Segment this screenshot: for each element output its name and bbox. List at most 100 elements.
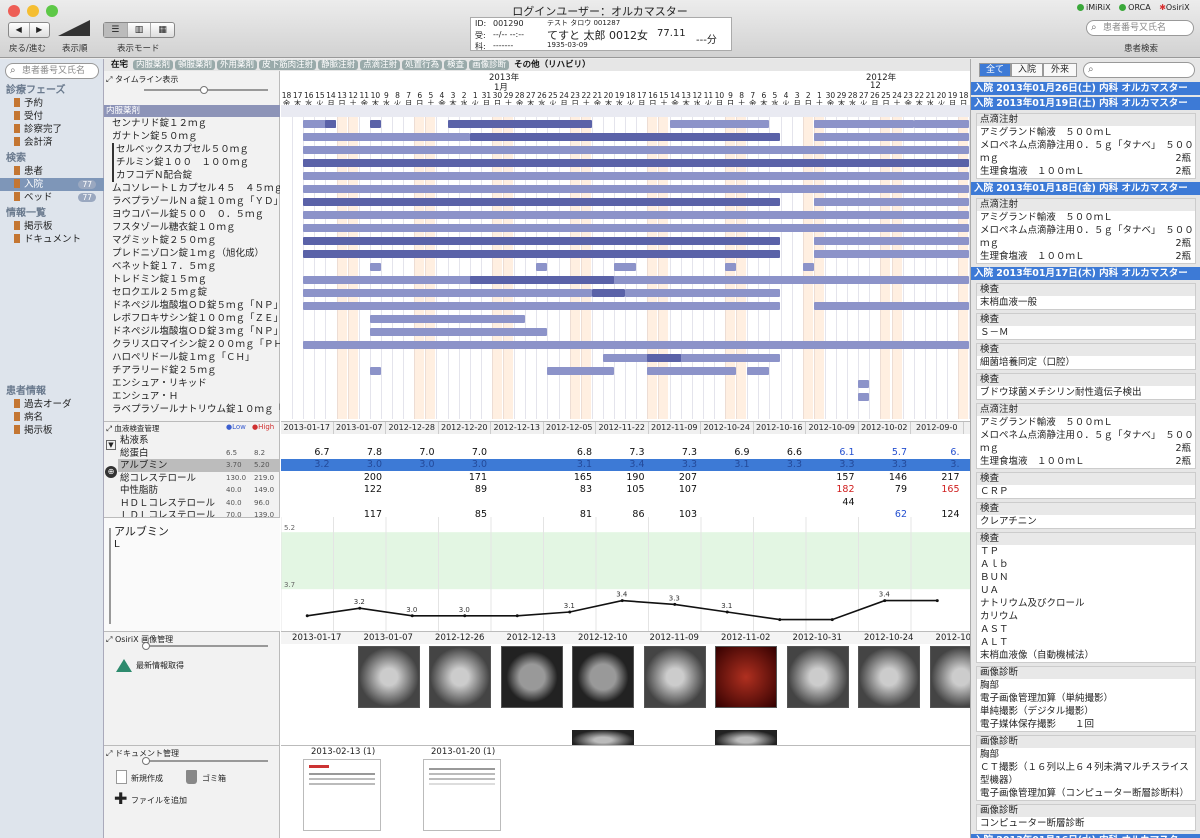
lab-date[interactable]: 2012-10-09 xyxy=(806,422,859,434)
lab-date[interactable]: 2012-09-0 xyxy=(911,422,964,434)
history-card[interactable]: 検査 末梢血液一般 xyxy=(976,283,1196,310)
lab-row[interactable]: 総蛋白 6.5 8.2 xyxy=(118,447,280,460)
sidebar-item[interactable]: 入院 77 xyxy=(0,178,104,191)
expand-icon[interactable]: ⤢ xyxy=(106,749,112,758)
sidebar-item[interactable]: 過去オーダ xyxy=(0,398,104,411)
lab-date[interactable]: 2012-10-16 xyxy=(754,422,806,434)
new-document-button[interactable]: 新規作成 xyxy=(131,773,163,784)
image-thumbnail[interactable] xyxy=(715,646,777,708)
lab-date[interactable]: 2013-01-07 xyxy=(334,422,386,434)
medication-bar[interactable] xyxy=(303,211,970,219)
category-tab[interactable]: 頓服薬剤 xyxy=(175,60,216,70)
sidebar-item[interactable]: 掲示板 xyxy=(0,424,104,437)
back-icon[interactable]: ◀ xyxy=(9,23,30,37)
lab-date[interactable]: 2012-10-02 xyxy=(859,422,911,434)
medication-bar[interactable] xyxy=(303,198,781,206)
category-tab[interactable]: 検査 xyxy=(444,60,468,70)
medication-bar[interactable] xyxy=(303,289,592,297)
medication-bar[interactable] xyxy=(614,263,637,271)
medication-bar[interactable] xyxy=(303,276,970,284)
medication-bar[interactable] xyxy=(813,120,914,128)
sort-order-icon[interactable] xyxy=(58,20,90,36)
image-thumbnail[interactable] xyxy=(858,646,920,708)
image-thumbnail[interactable] xyxy=(643,646,706,708)
add-file-icon[interactable]: ✚ xyxy=(114,791,127,807)
lab-date[interactable]: 2012-12-13 xyxy=(491,422,544,434)
sidebar-item[interactable]: 受付 xyxy=(0,110,104,123)
sidebar-item[interactable]: 患者 xyxy=(0,165,104,178)
history-card[interactable]: 検査 ＣＲＰ xyxy=(976,472,1196,499)
lab-date[interactable]: 2012-12-28 xyxy=(386,422,439,434)
medication-bar[interactable] xyxy=(469,276,614,284)
expand-icon[interactable]: ⤢ xyxy=(106,635,112,644)
lab-date[interactable]: 2012-11-09 xyxy=(649,422,701,434)
fetch-latest-button[interactable]: 最新情報取得 xyxy=(136,660,184,671)
medication-bar[interactable] xyxy=(303,237,781,245)
timeline-zoom-slider[interactable] xyxy=(144,86,268,94)
medication-bar[interactable] xyxy=(303,250,781,258)
document-zoom-slider[interactable] xyxy=(142,757,268,765)
medication-bar[interactable] xyxy=(303,172,970,180)
trash-button[interactable]: ゴミ箱 xyxy=(202,773,226,784)
medication-bar[interactable] xyxy=(647,367,737,375)
list-view-icon[interactable]: ☰ xyxy=(104,23,128,37)
sidebar-item[interactable]: ドキュメント xyxy=(0,233,104,246)
medication-bar[interactable] xyxy=(813,302,970,310)
history-card[interactable]: 検査 細菌培養同定（口腔） xyxy=(976,343,1196,370)
history-card[interactable]: 検査 ブドウ球菌メチシリン耐性遺伝子検出 xyxy=(976,373,1196,400)
tab-outpatient[interactable]: 外来 xyxy=(1043,63,1077,77)
image-thumbnail[interactable] xyxy=(429,646,491,708)
medication-bar[interactable] xyxy=(369,367,381,375)
medication-bar[interactable] xyxy=(369,120,381,128)
history-entry-header[interactable]: 入院 2013年01月17日(木) 内科 オルカマスター xyxy=(971,267,1200,280)
history-card[interactable]: 点滴注射 アミグランド輸液 ５００ｍＬ メロペネム点滴静注用０．５ｇ「タナベ」 ５０… xyxy=(976,403,1196,469)
sidebar-item[interactable]: 診察完了 xyxy=(0,123,104,136)
lab-date[interactable]: 2012-12-20 xyxy=(439,422,491,434)
tab-other[interactable]: その他（リハビリ） xyxy=(511,60,594,70)
category-tab[interactable]: 皮下筋肉注射 xyxy=(259,60,317,70)
history-card[interactable]: 画像診断 コンピューター断層診断 xyxy=(976,804,1196,831)
medication-bar[interactable] xyxy=(813,198,970,206)
image-thumbnail[interactable] xyxy=(500,646,563,708)
lab-row[interactable]: アルブミン 3.70 5.20 xyxy=(118,459,280,472)
medication-bar[interactable] xyxy=(369,315,526,323)
patient-search-input[interactable]: 患者番号又氏名 xyxy=(1086,20,1194,36)
medication-bar[interactable] xyxy=(725,263,737,271)
image-thumbnail[interactable] xyxy=(572,646,634,708)
medication-bar[interactable] xyxy=(669,120,770,128)
medication-bar[interactable] xyxy=(325,120,337,128)
lab-row[interactable]: ＨＤＬコレステロール 40.0 96.0 xyxy=(118,497,280,510)
sidebar-item[interactable]: 会計済 xyxy=(0,136,104,149)
medication-bar[interactable] xyxy=(303,159,970,167)
medication-bar[interactable] xyxy=(469,133,781,141)
collapse-icon[interactable]: ▼ xyxy=(106,440,116,450)
medication-bar[interactable] xyxy=(858,380,870,388)
history-card[interactable]: 点滴注射 アミグランド輸液 ５００ｍＬ メロペネム点滴静注用０．５ｇ「タナベ」 ５０… xyxy=(976,113,1196,179)
medication-bar[interactable] xyxy=(747,367,770,375)
medication-bar[interactable] xyxy=(469,120,537,128)
medication-bar[interactable] xyxy=(547,367,614,375)
medication-bar[interactable] xyxy=(802,263,814,271)
medication-bar[interactable] xyxy=(813,250,970,258)
chart-height-slider[interactable] xyxy=(109,528,111,624)
expand-icon[interactable]: ⤢ xyxy=(106,424,112,433)
zoom-icon[interactable]: ⊕ xyxy=(105,466,117,478)
image-thumbnail[interactable] xyxy=(572,730,634,745)
medication-bar[interactable] xyxy=(813,237,970,245)
trash-icon[interactable] xyxy=(186,770,197,784)
medication-bar[interactable] xyxy=(625,289,781,297)
category-tab[interactable]: 画像診断 xyxy=(469,60,510,70)
lab-date[interactable]: 2013-01-17 xyxy=(281,422,334,434)
history-entry-header[interactable]: 入院 2013年01月18日(金) 内科 オルカマスター xyxy=(971,182,1200,195)
history-card[interactable]: 画像診断 胸部 電子画像管理加算（単純撮影） 単純撮影（デジタル撮影） 電子媒体保存撮影… xyxy=(976,666,1196,732)
sidebar-item[interactable]: ベッド 77 xyxy=(0,191,104,204)
medication-bar[interactable] xyxy=(369,328,548,336)
image-thumbnail[interactable] xyxy=(786,646,849,708)
history-card[interactable]: 検査 ＴＰ Ａｌｂ ＢＵＮ ＵＡ ナトリウム及びクロール カリウム ＡＳＴ ＡＬＴ 末梢血液像（自… xyxy=(976,532,1196,663)
document-thumbnail[interactable] xyxy=(423,759,501,831)
medication-bar[interactable] xyxy=(303,224,970,232)
lab-row[interactable]: 総コレステロール 130.0 219.0 xyxy=(118,472,280,485)
app-link-osirix[interactable]: ✱OsiriX xyxy=(1159,3,1189,12)
history-card[interactable]: 検査 Ｓ－Ｍ xyxy=(976,313,1196,340)
history-entry-header[interactable]: 入院 2013年01月19日(土) 内科 オルカマスター xyxy=(971,97,1200,110)
